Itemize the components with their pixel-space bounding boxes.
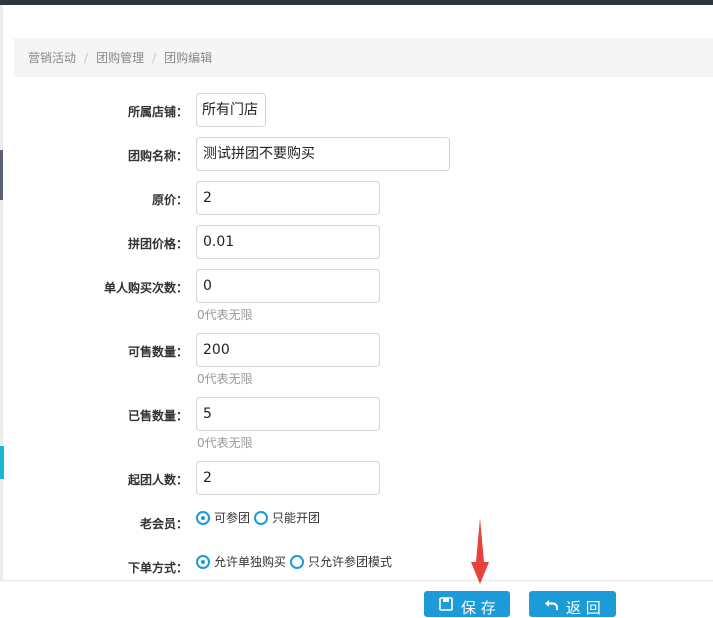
sale-quantity-hint: 0代表无限 (197, 372, 253, 386)
name-input[interactable]: 测试拼团不要购买 (196, 137, 450, 171)
order-mode-option-single[interactable]: 允许单独购买 (214, 553, 286, 570)
floppy-disk-icon (439, 597, 453, 611)
breadcrumb-item-group-buy-manage[interactable]: 团购管理 (96, 49, 144, 66)
order-mode-option-group-only[interactable]: 只允许参团模式 (308, 553, 392, 570)
breadcrumb-separator: / (152, 50, 157, 65)
left-sidebar-edge (0, 5, 3, 613)
name-label: 团购名称： (127, 149, 188, 163)
left-sidebar-highlight (0, 446, 4, 479)
buy-times-label: 单人购买次数： (103, 281, 188, 295)
old-member-radio-group: 可参团 只能开团 (196, 509, 324, 526)
order-mode-label: 下单方式： (127, 561, 188, 575)
return-arrow-icon (545, 600, 558, 610)
breadcrumb-item-group-buy-edit: 团购编辑 (164, 51, 213, 65)
order-mode-radio-single[interactable] (196, 554, 210, 569)
order-mode-radio-group-only[interactable] (290, 554, 305, 569)
min-group-input[interactable]: 2 (196, 461, 380, 495)
group-price-input[interactable]: 0.01 (196, 225, 380, 259)
buy-times-hint: 0代表无限 (197, 308, 253, 322)
back-button-label: 返 回 (566, 599, 601, 617)
breadcrumb-item-marketing[interactable]: 营销活动 (28, 49, 76, 66)
old-member-label: 老会员： (139, 517, 188, 531)
old-member-radio-open-only[interactable] (254, 510, 269, 525)
top-bar (0, 0, 713, 5)
group-price-label: 拼团价格： (127, 237, 188, 251)
order-mode-radio-group: 允许单独购买 只允许参团模式 (196, 553, 396, 570)
annotation-arrow-icon (471, 518, 489, 584)
sold-quantity-hint: 0代表无限 (197, 436, 253, 450)
min-group-label: 起团人数： (127, 473, 188, 487)
buy-times-input[interactable]: 0 (196, 269, 380, 303)
store-label: 所属店铺： (127, 105, 188, 119)
breadcrumb: 营销活动 / 团购管理 / 团购编辑 (14, 38, 713, 77)
left-sidebar-active-mark (0, 150, 3, 200)
sale-quantity-label: 可售数量： (127, 345, 188, 359)
back-button[interactable]: 返 回 (529, 591, 616, 617)
old-member-option-open-only[interactable]: 只能开团 (272, 509, 320, 526)
original-price-label: 原价： (151, 193, 188, 207)
old-member-option-can-join[interactable]: 可参团 (214, 509, 250, 526)
save-button[interactable]: 保 存 (424, 591, 510, 617)
sale-quantity-input[interactable]: 200 (196, 333, 380, 367)
original-price-input[interactable]: 2 (196, 181, 380, 215)
sold-quantity-label: 已售数量： (127, 409, 188, 423)
save-button-label: 保 存 (461, 599, 496, 617)
breadcrumb-separator: / (84, 50, 89, 65)
sold-quantity-input[interactable]: 5 (196, 397, 380, 431)
store-select[interactable]: 所有门店 (196, 93, 266, 127)
old-member-radio-can-join[interactable] (196, 510, 210, 525)
